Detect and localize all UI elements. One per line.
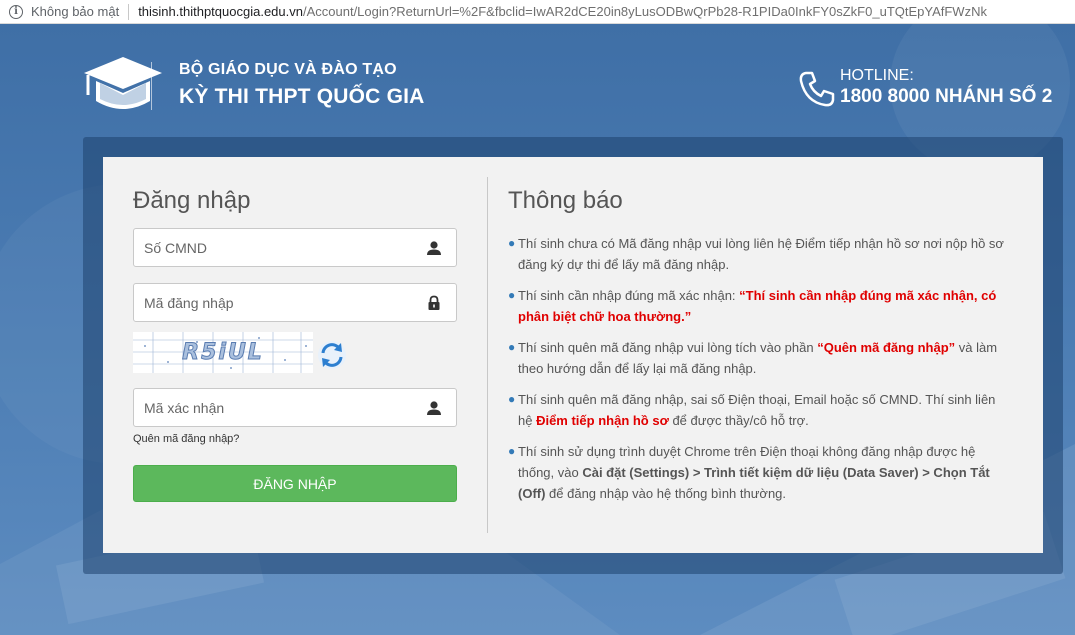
hotline-number: 1800 8000 NHÁNH SỐ 2 xyxy=(840,86,1053,107)
info-icon[interactable]: i xyxy=(9,4,23,19)
bullet-icon: ● xyxy=(508,444,516,458)
notice-item: ● Thí sinh cần nhập đúng mã xác nhận: “T… xyxy=(508,285,1013,327)
page-background: BỘ GIÁO DỤC VÀ ĐÀO TẠO KỲ THI THPT QUỐC … xyxy=(0,24,1075,635)
refresh-captcha-icon[interactable] xyxy=(317,340,347,370)
notice-item: ● Thí sinh chưa có Mã đăng nhập vui lòng… xyxy=(508,233,1013,275)
notice-title: Thông báo xyxy=(508,187,623,214)
login-code-field[interactable] xyxy=(133,283,457,322)
captcha-field[interactable] xyxy=(133,388,457,427)
notice-item: ● Thí sinh sử dụng trình duyệt Chrome tr… xyxy=(508,441,1013,504)
user-icon xyxy=(427,241,441,255)
notice-text: Thí sinh quên mã đăng nhập vui lòng tích… xyxy=(518,340,818,355)
bullet-icon: ● xyxy=(508,288,516,302)
forgot-login-code-link[interactable]: Quên mã đăng nhập? xyxy=(133,433,239,445)
captcha-image: R5iUL xyxy=(133,332,313,373)
hotline-label: HOTLINE: xyxy=(840,67,914,84)
lock-icon xyxy=(428,295,440,310)
login-code-input[interactable] xyxy=(134,284,456,321)
captcha-input[interactable] xyxy=(134,389,456,426)
phone-icon xyxy=(799,71,835,107)
notice-item: ● Thí sinh quên mã đăng nhập, sai số Điệ… xyxy=(508,389,1013,431)
id-number-input[interactable] xyxy=(134,229,456,266)
notice-highlight: Điểm tiếp nhận hồ sơ xyxy=(536,413,669,428)
user-icon xyxy=(427,401,441,415)
notice-text: để đăng nhập vào hệ thống bình thường. xyxy=(545,486,787,501)
url-path: /Account/Login?ReturnUrl=%2F&fbclid=IwAR… xyxy=(302,4,987,19)
logo-divider xyxy=(151,62,152,110)
notice-list: ● Thí sinh chưa có Mã đăng nhập vui lòng… xyxy=(508,233,1013,514)
id-number-field[interactable] xyxy=(133,228,457,267)
login-title: Đăng nhập xyxy=(133,187,251,214)
org-name: BỘ GIÁO DỤC VÀ ĐÀO TẠO xyxy=(179,61,397,78)
column-divider xyxy=(487,177,488,533)
notice-item: ● Thí sinh quên mã đăng nhập vui lòng tí… xyxy=(508,337,1013,379)
browser-address-bar[interactable]: i Không bảo mật thisinh.thithptquocgia.e… xyxy=(0,0,1075,24)
notice-text: Thí sinh chưa có Mã đăng nhập vui lòng l… xyxy=(518,236,1004,272)
url-host: thisinh.thithptquocgia.edu.vn xyxy=(138,4,303,19)
bullet-icon: ● xyxy=(508,392,516,406)
bullet-icon: ● xyxy=(508,236,516,250)
bullet-icon: ● xyxy=(508,340,516,354)
exam-name: KỲ THI THPT QUỐC GIA xyxy=(179,85,425,108)
security-label: Không bảo mật xyxy=(31,4,120,19)
notice-text: để được thầy/cô hỗ trợ. xyxy=(668,413,809,428)
login-panel: Đăng nhập Số CMND R5iUL Mã xác nhận Quên… xyxy=(103,157,1043,553)
address-separator xyxy=(128,3,130,20)
login-button[interactable]: ĐĂNG NHẬP xyxy=(133,465,457,502)
notice-highlight: “Quên mã đăng nhập” xyxy=(817,340,956,355)
captcha-text: R5iUL xyxy=(182,340,264,366)
notice-text: Thí sinh cần nhập đúng mã xác nhận: xyxy=(518,288,740,303)
